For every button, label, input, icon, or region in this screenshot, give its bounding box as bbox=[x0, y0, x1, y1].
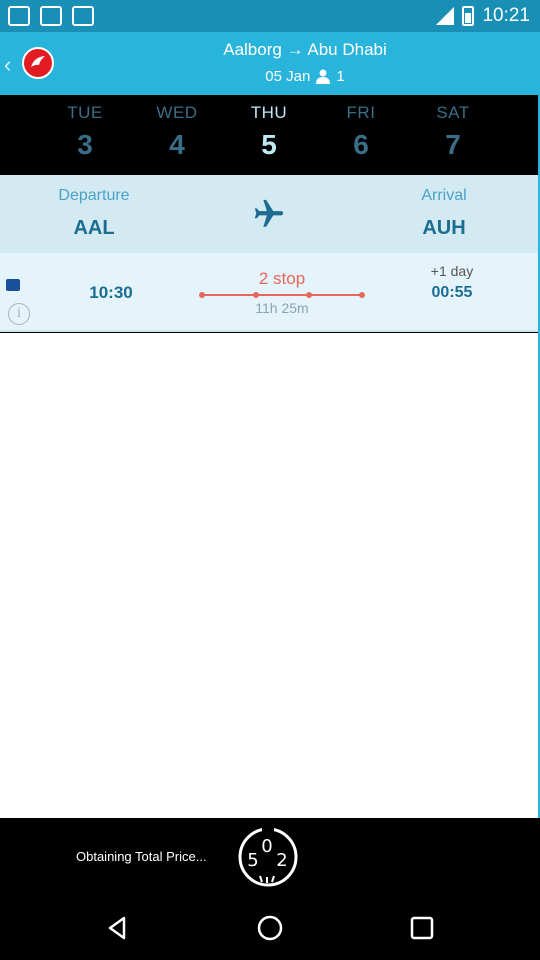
destination-city: Abu Dhabi bbox=[307, 40, 387, 59]
stops-timeline bbox=[199, 292, 365, 298]
day-tab-wed[interactable]: WED 4 bbox=[137, 103, 217, 161]
day-name: TUE bbox=[67, 103, 103, 122]
day-number: 5 bbox=[261, 129, 277, 160]
system-nav-bar bbox=[0, 896, 540, 960]
battery-icon bbox=[462, 6, 475, 26]
day-selector: TUE 3 WED 4 THU 5 FRI 6 SAT 7 bbox=[0, 95, 540, 175]
arrival-code: AUH bbox=[422, 217, 466, 239]
passenger-count: 1 bbox=[336, 68, 345, 85]
status-bar: 10:21 bbox=[0, 0, 540, 32]
route-summary: Departure AAL Arrival AUH bbox=[0, 175, 538, 253]
day-number: 7 bbox=[445, 129, 461, 160]
arrival-time: 00:55 bbox=[431, 284, 473, 301]
arrival-label: Arrival bbox=[421, 187, 467, 204]
notification-icon bbox=[72, 6, 94, 26]
departure-time: 10:30 bbox=[89, 283, 133, 302]
origin-city: Aalborg bbox=[223, 40, 282, 59]
departure-code: AAL bbox=[73, 217, 115, 239]
day-name: WED bbox=[156, 103, 198, 122]
departure-label: Departure bbox=[58, 187, 130, 204]
day-name: FRI bbox=[346, 103, 376, 122]
notification-icon bbox=[40, 6, 62, 26]
day-tab-tue[interactable]: TUE 3 bbox=[45, 103, 125, 161]
status-icons bbox=[8, 6, 94, 26]
day-number: 3 bbox=[77, 129, 93, 160]
arrow-icon: → bbox=[286, 40, 304, 59]
flight-duration: 11h 25m bbox=[255, 300, 309, 316]
person-icon bbox=[316, 69, 331, 84]
day-offset: +1 day bbox=[430, 263, 474, 279]
status-right: 10:21 bbox=[436, 5, 530, 27]
sas-airline-icon bbox=[6, 279, 20, 291]
trip-subline: 05 Jan 1 bbox=[0, 68, 540, 85]
flight-result-row[interactable]: i 10:30 2 stop 11h 25m +1 day 00:55 bbox=[0, 253, 538, 332]
loading-spinner-icon: 0 5 2 bbox=[238, 826, 298, 887]
day-number: 4 bbox=[169, 129, 185, 160]
status-time: 10:21 bbox=[482, 5, 530, 26]
day-name: THU bbox=[250, 103, 288, 122]
signal-icon bbox=[436, 7, 455, 25]
airplane-icon bbox=[254, 199, 284, 227]
results-list-area bbox=[0, 333, 538, 818]
back-triangle-icon[interactable] bbox=[104, 914, 132, 942]
travel-date: 05 Jan bbox=[265, 68, 311, 85]
stop-count: 2 stop bbox=[258, 269, 306, 288]
spinner-digit: 5 bbox=[247, 850, 258, 871]
home-circle-icon[interactable] bbox=[256, 914, 284, 942]
day-tab-thu[interactable]: THU 5 bbox=[229, 103, 309, 161]
notification-icon bbox=[8, 6, 30, 26]
day-name: SAT bbox=[436, 103, 470, 122]
spinner-digit: 0 bbox=[261, 836, 272, 857]
route-title: Aalborg → Abu Dhabi bbox=[0, 40, 540, 60]
day-tab-fri[interactable]: FRI 6 bbox=[321, 103, 401, 161]
day-tab-sat[interactable]: SAT 7 bbox=[413, 103, 493, 161]
recents-square-icon[interactable] bbox=[408, 914, 436, 942]
day-number: 6 bbox=[353, 129, 369, 160]
loading-text: Obtaining Total Price... bbox=[76, 849, 207, 864]
spinner-digit: 2 bbox=[276, 850, 287, 871]
app-header: ‹ Aalborg → Abu Dhabi 05 Jan 1 bbox=[0, 32, 540, 95]
loading-bar: Obtaining Total Price... 0 5 2 bbox=[0, 818, 540, 896]
info-icon[interactable]: i bbox=[8, 303, 30, 325]
